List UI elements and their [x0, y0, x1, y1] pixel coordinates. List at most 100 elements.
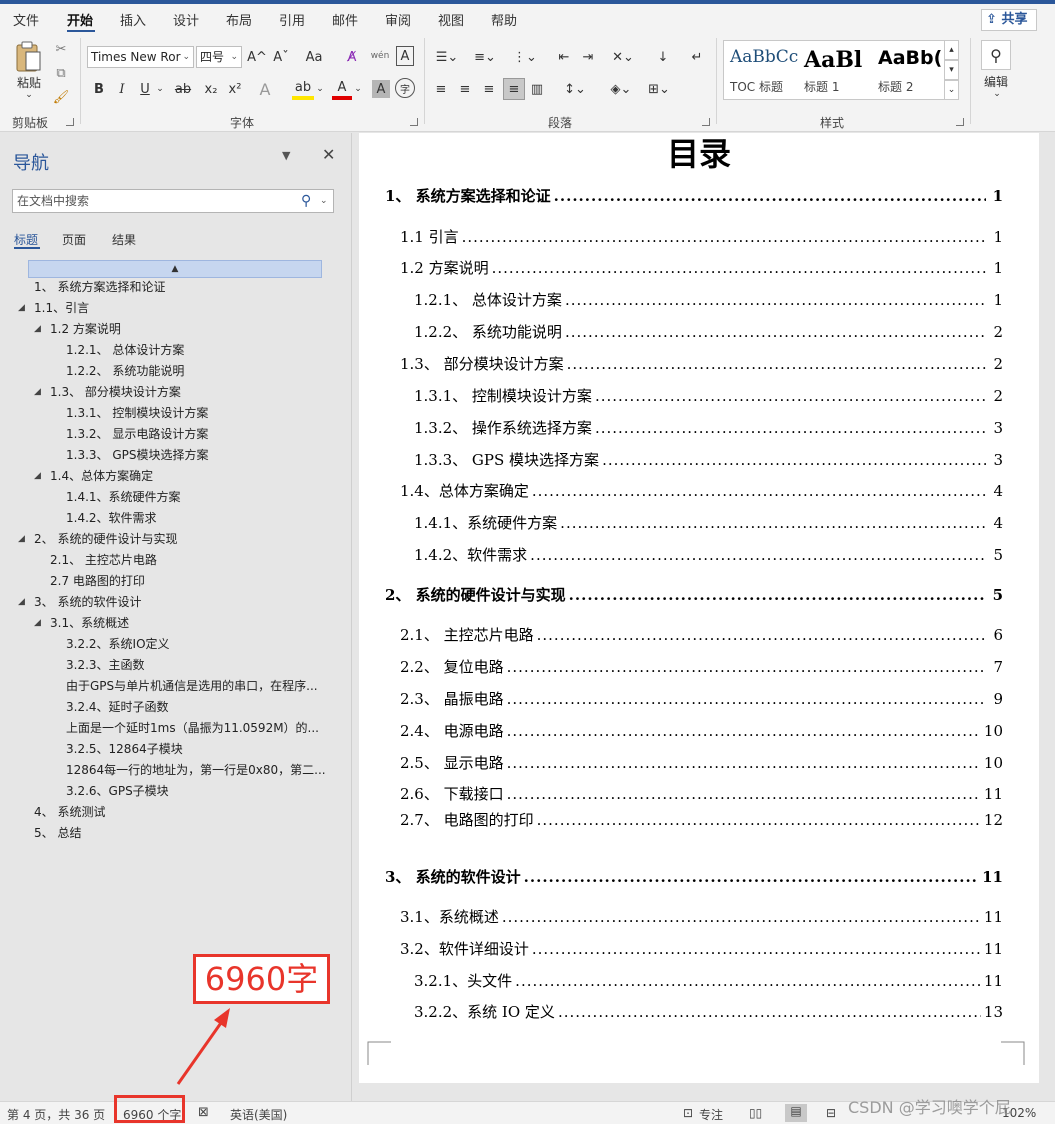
styles-more-icon[interactable]: ⌄ — [944, 80, 959, 100]
page-count[interactable]: 第 4 页，共 36 页 — [7, 1106, 105, 1123]
nav-heading-item[interactable]: 3.2.2、系统IO定义 — [66, 635, 170, 653]
nav-heading-item[interactable]: 3.2.4、延时子函数 — [66, 698, 169, 716]
nav-heading-item[interactable]: 4、 系统测试 — [34, 803, 105, 821]
toc-entry[interactable]: 1.4、总体方案确定..............................… — [400, 480, 1003, 501]
italic-button[interactable]: I — [113, 78, 131, 100]
web-layout-icon[interactable]: ⊟ — [826, 1106, 836, 1120]
nav-heading-item[interactable]: ◢ 1.2 方案说明 — [34, 320, 121, 338]
nav-heading-item[interactable]: 上面是一个延时1ms（晶振为11.0592M）的... — [66, 719, 319, 737]
style-heading-2[interactable]: AaBb( 标题 2 — [872, 41, 942, 99]
nav-tab-headings[interactable]: 标题 — [14, 231, 38, 248]
paste-dropdown-icon[interactable]: ⌄ — [22, 90, 36, 100]
align-right-icon[interactable]: ≡ — [480, 78, 498, 100]
multilevel-list-icon[interactable]: ⋮⌄ — [510, 46, 540, 68]
underline-button[interactable]: U — [136, 78, 154, 100]
nav-heading-item[interactable]: 12864每一行的地址为，第一行是0x80，第二... — [66, 761, 326, 779]
nav-tab-results[interactable]: 结果 — [112, 231, 136, 248]
nav-heading-item[interactable]: 1.2.1、 总体设计方案 — [66, 341, 184, 359]
nav-heading-item[interactable]: 1.3.2、 显示电路设计方案 — [66, 425, 208, 443]
styles-scroll-up-icon[interactable]: ▴ — [944, 40, 959, 60]
align-left-icon[interactable]: ≡ — [432, 78, 450, 100]
nav-heading-item[interactable]: 1.2.2、 系统功能说明 — [66, 362, 184, 380]
toc-entry[interactable]: 1.4.2、软件需求..............................… — [414, 544, 1003, 565]
subscript-button[interactable]: x₂ — [200, 78, 222, 100]
proofing-icon[interactable]: ⊠ — [198, 1105, 209, 1120]
decrease-indent-icon[interactable]: ⇤ — [554, 46, 574, 68]
nav-heading-item[interactable]: 1.4.2、软件需求 — [66, 509, 157, 527]
nav-heading-item[interactable]: 1.3.3、 GPS模块选择方案 — [66, 446, 209, 464]
line-spacing-icon[interactable]: ↕⌄ — [560, 78, 590, 100]
close-icon[interactable]: ✕ — [322, 145, 335, 164]
bullets-icon[interactable]: ☰⌄ — [432, 46, 462, 68]
toc-entry[interactable]: 2.7、 电路图的打印.............................… — [400, 809, 1003, 830]
format-painter-icon[interactable]: 🖌 — [52, 88, 70, 106]
search-dropdown-icon[interactable]: ⌄ — [320, 190, 328, 212]
share-button[interactable]: ⇪ 共享 — [981, 9, 1037, 31]
toc-entry[interactable]: 3.1、系统概述................................… — [400, 906, 1003, 927]
tab-references[interactable]: 引用 — [279, 10, 305, 29]
toc-entry[interactable]: 1.4.1、系统硬件方案............................… — [414, 512, 1003, 533]
paste-icon[interactable] — [12, 40, 46, 74]
clear-format-icon[interactable]: A̸ — [342, 46, 362, 68]
style-heading-1[interactable]: AaBl 标题 1 — [798, 41, 868, 99]
font-size-select[interactable]: 四号 ⌄ — [196, 46, 242, 68]
toc-entry[interactable]: 3、 系统的软件设计..............................… — [385, 866, 1003, 887]
cut-icon[interactable]: ✂ — [52, 40, 70, 58]
paragraph-launcher-icon[interactable] — [702, 118, 710, 126]
tab-layout[interactable]: 布局 — [226, 10, 252, 29]
nav-search-input[interactable]: 在文档中搜索 ⚲ ⌄ — [12, 189, 334, 213]
underline-dropdown-icon[interactable]: ⌄ — [154, 78, 166, 100]
tab-view[interactable]: 视图 — [438, 10, 464, 29]
font-name-select[interactable]: Times New Ror ⌄ — [87, 46, 194, 68]
nav-heading-item[interactable]: 1.4.1、系统硬件方案 — [66, 488, 181, 506]
toc-entry[interactable]: 2.4、 电源电路...............................… — [400, 720, 1003, 741]
bold-button[interactable]: B — [90, 78, 108, 100]
toc-entry[interactable]: 3.2、软件详细设计..............................… — [400, 938, 1003, 959]
expand-triangle-icon[interactable]: ◢ — [34, 467, 41, 485]
nav-heading-item[interactable]: ◢ 2、 系统的硬件设计与实现 — [18, 530, 177, 548]
enclose-characters-icon[interactable]: 字 — [395, 78, 415, 98]
chinese-layout-icon[interactable]: ✕⌄ — [608, 46, 638, 68]
toc-entry[interactable]: 2、 系统的硬件设计与实现...........................… — [385, 584, 1003, 605]
nav-heading-item[interactable]: 3.2.3、主函数 — [66, 656, 145, 674]
toc-entry[interactable]: 1.2 方案说明................................… — [400, 257, 1003, 278]
expand-triangle-icon[interactable]: ◢ — [18, 530, 25, 548]
borders-icon[interactable]: ⊞⌄ — [644, 78, 674, 100]
nav-heading-item[interactable]: ◢ 3.1、系统概述 — [34, 614, 129, 632]
nav-heading-item[interactable]: 2.7 电路图的打印 — [50, 572, 145, 590]
nav-options-icon[interactable]: ▼ — [282, 149, 290, 162]
superscript-button[interactable]: x² — [224, 78, 246, 100]
tab-file[interactable]: 文件 — [13, 10, 39, 29]
nav-heading-item[interactable]: 1、 系统方案选择和论证 — [34, 278, 165, 296]
toc-entry[interactable]: 1、 系统方案选择和论证............................… — [385, 185, 1003, 206]
nav-heading-item[interactable]: 3.2.6、GPS子模块 — [66, 782, 169, 800]
font-launcher-icon[interactable] — [410, 118, 418, 126]
font-color-dropdown-icon[interactable]: ⌄ — [352, 78, 364, 100]
tab-home[interactable]: 开始 — [67, 10, 93, 29]
toc-entry[interactable]: 1.3.2、 操作系统选择方案.........................… — [414, 417, 1003, 438]
shading-icon[interactable]: ◈⌄ — [606, 78, 636, 100]
character-border-icon[interactable]: A — [396, 46, 414, 66]
copy-icon[interactable]: ⧉ — [52, 64, 70, 82]
print-layout-icon[interactable]: ▤ — [785, 1104, 807, 1122]
toc-entry[interactable]: 3.2.1、头文件...............................… — [414, 970, 1003, 991]
paste-button-label[interactable]: 粘贴 — [12, 74, 46, 90]
expand-triangle-icon[interactable]: ◢ — [18, 593, 25, 611]
nav-heading-item[interactable]: ◢ 1.1、引言 — [18, 299, 89, 317]
nav-scroll-up-button[interactable]: ▲ — [28, 260, 322, 278]
shrink-font-icon[interactable]: Aˇ — [271, 46, 291, 68]
nav-heading-item[interactable]: 3.2.5、12864子模块 — [66, 740, 183, 758]
editing-dropdown-icon[interactable]: ⌄ — [990, 88, 1004, 100]
nav-heading-item[interactable]: ◢ 1.3、 部分模块设计方案 — [34, 383, 181, 401]
nav-tab-pages[interactable]: 页面 — [62, 231, 86, 248]
search-icon[interactable]: ⚲ — [301, 190, 311, 212]
style-toc-heading[interactable]: AaBbCc TOC 标题 — [724, 41, 798, 99]
tab-insert[interactable]: 插入 — [120, 10, 146, 29]
change-case-icon[interactable]: Aa — [300, 46, 328, 68]
toc-entry[interactable]: 2.1、 主控芯片电路.............................… — [400, 624, 1003, 645]
toc-entry[interactable]: 1.2.2、 系统功能说明...........................… — [414, 321, 1003, 342]
highlight-icon[interactable]: ab — [292, 78, 314, 100]
expand-triangle-icon[interactable]: ◢ — [34, 383, 41, 401]
styles-launcher-icon[interactable] — [956, 118, 964, 126]
highlight-dropdown-icon[interactable]: ⌄ — [314, 78, 326, 100]
